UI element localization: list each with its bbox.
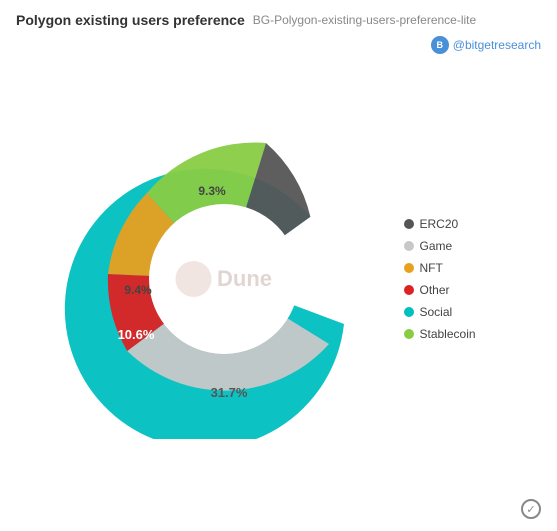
legend-dot (404, 329, 414, 339)
legend-dot (404, 241, 414, 251)
label-social: 36.4% (267, 255, 304, 270)
donut-chart: 36.4% 31.7% 10.6% 9.4% 9.3% Dune (64, 119, 384, 439)
legend-dot (404, 307, 414, 317)
chart-legend: ERC20 Game NFT Other Social Stablecoin (404, 217, 494, 341)
footer: ✓ (16, 499, 541, 519)
author-text: @bitgetresearch (453, 38, 541, 52)
chart-header: Polygon existing users preference BG-Pol… (16, 12, 541, 54)
label-stablecoin: 9.3% (198, 184, 226, 198)
donut-hole (149, 204, 299, 354)
legend-label: Game (420, 239, 453, 253)
author-icon: B (431, 36, 449, 54)
legend-item: Social (404, 305, 494, 319)
legend-item: Other (404, 283, 494, 297)
legend-item: Game (404, 239, 494, 253)
label-other: 10.6% (117, 327, 154, 342)
legend-dot (404, 263, 414, 273)
legend-item: NFT (404, 261, 494, 275)
chart-subtitle: BG-Polygon-existing-users-preference-lit… (253, 13, 476, 27)
legend-label: Social (420, 305, 453, 319)
donut-svg: 36.4% 31.7% 10.6% 9.4% 9.3% (64, 119, 384, 439)
label-game: 31.7% (210, 385, 247, 400)
legend-label: ERC20 (420, 217, 459, 231)
chart-container: 36.4% 31.7% 10.6% 9.4% 9.3% Dune ERC20 Ga… (16, 62, 541, 495)
legend-label: Stablecoin (420, 327, 476, 341)
label-nft: 9.4% (124, 283, 152, 297)
checkmark-icon: ✓ (521, 499, 541, 519)
author-badge: B @bitgetresearch (431, 36, 541, 54)
legend-item: Stablecoin (404, 327, 494, 341)
legend-dot (404, 219, 414, 229)
legend-dot (404, 285, 414, 295)
chart-title: Polygon existing users preference (16, 12, 245, 28)
legend-item: ERC20 (404, 217, 494, 231)
legend-label: NFT (420, 261, 443, 275)
legend-label: Other (420, 283, 450, 297)
